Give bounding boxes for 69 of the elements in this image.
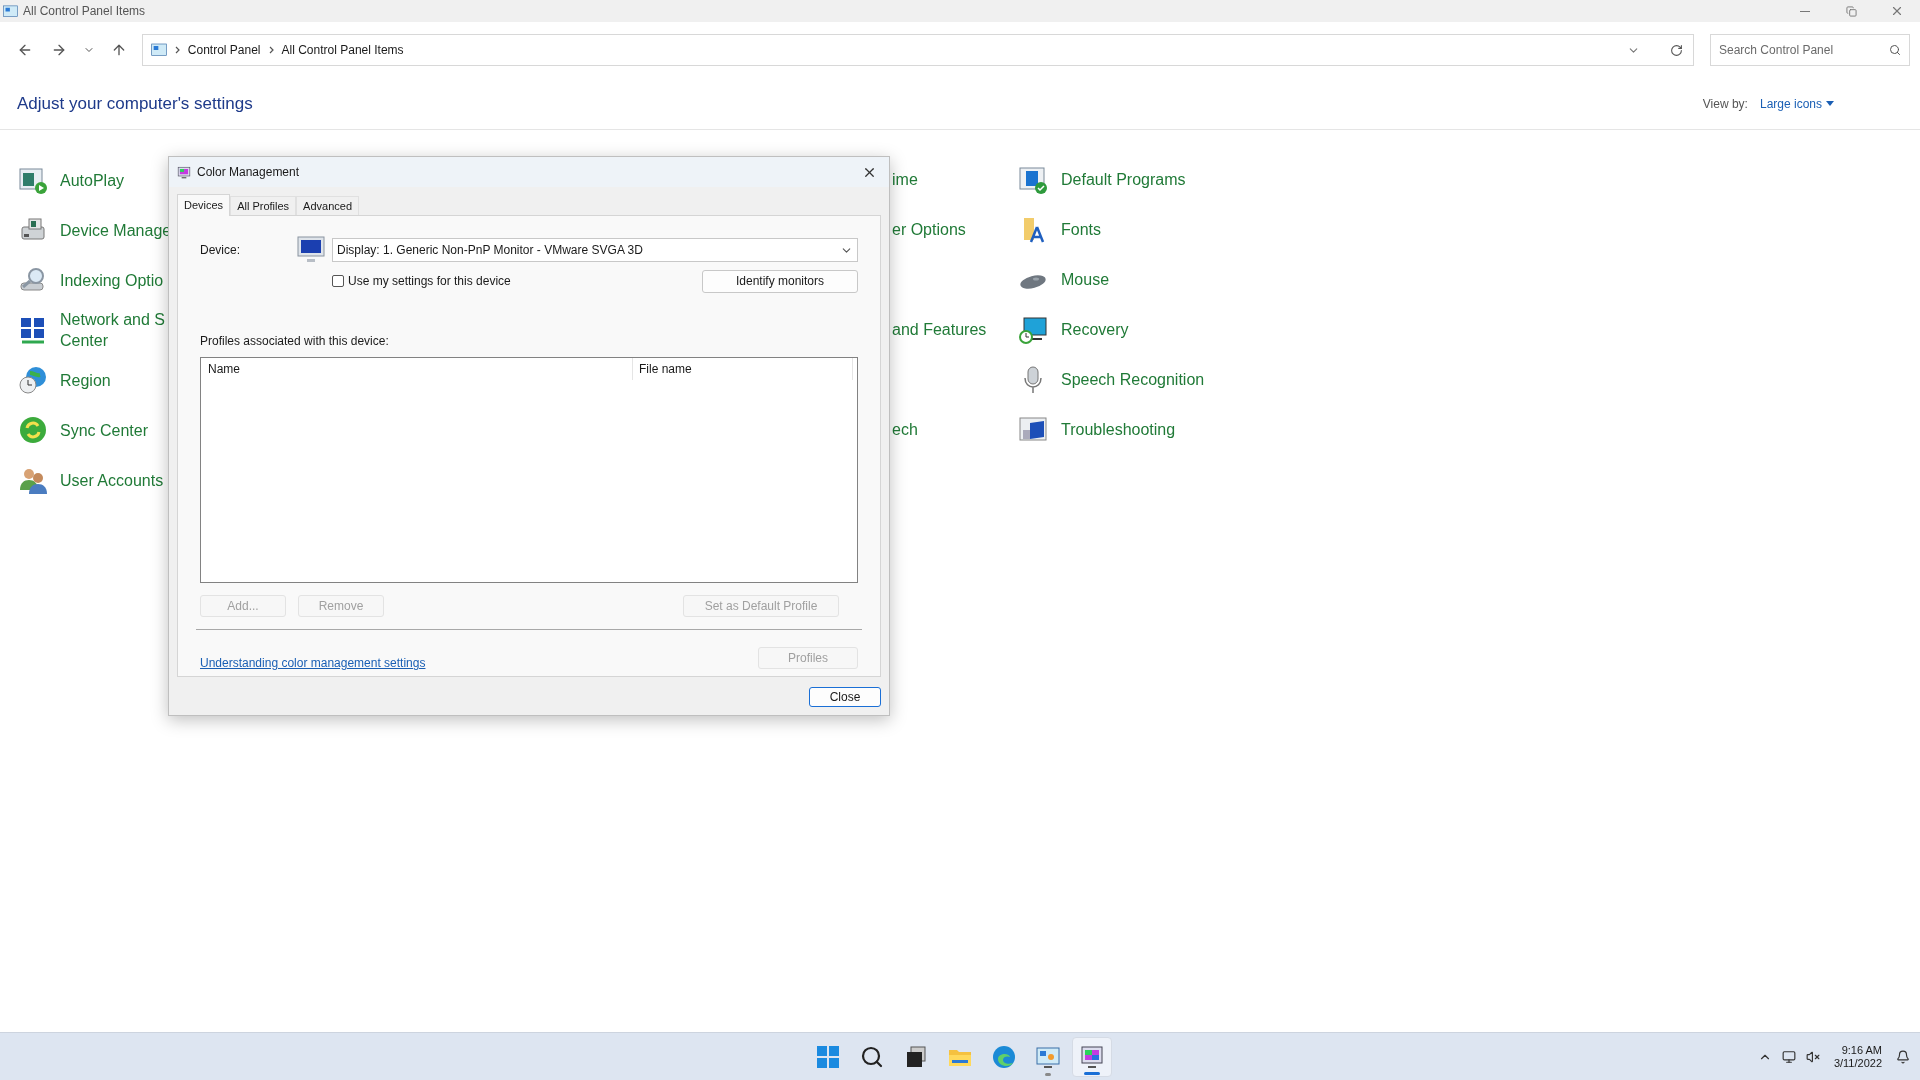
- search-icon: [860, 1044, 884, 1069]
- control-panel-link[interactable]: Speech Recognition: [1061, 368, 1205, 392]
- window-check-icon: [1018, 165, 1048, 195]
- column-header: Name: [201, 358, 633, 380]
- tab[interactable]: Advanced: [296, 196, 360, 215]
- view-by-label: View by:: [1702, 95, 1748, 113]
- checkbox[interactable]: [332, 275, 344, 287]
- section-label: Profiles associated with this device:: [200, 333, 390, 350]
- refresh-icon[interactable]: [1670, 43, 1683, 57]
- windows-start-icon: [816, 1044, 840, 1069]
- restore-icon: [1845, 5, 1857, 17]
- caret-icon: [1826, 101, 1834, 106]
- browser-swirl-icon: [992, 1044, 1016, 1069]
- chevron-right-icon: [174, 46, 180, 54]
- control-panel-link[interactable]: er Options: [892, 218, 966, 242]
- device-dropdown[interactable]: Display: 1. Generic Non-PnP Monitor - VMware SVGA 3D: [332, 238, 858, 262]
- minimize-icon: [1800, 10, 1810, 12]
- control-panel-link[interactable]: Device Manage: [60, 219, 172, 241]
- monitor-clock-icon: [1018, 315, 1048, 345]
- page-heading: Adjust your computer's settings: [17, 92, 253, 115]
- running-indicator: [1045, 1072, 1051, 1076]
- close-icon: [1890, 4, 1904, 18]
- running-indicator: [1084, 1071, 1100, 1075]
- control-panel-link[interactable]: Recovery: [1061, 318, 1129, 342]
- view-by-dropdown[interactable]: Large icons: [1759, 94, 1834, 113]
- control-panel-link[interactable]: Mouse: [1061, 268, 1110, 292]
- display-icon[interactable]: [1781, 1049, 1796, 1064]
- control-panel-link[interactable]: Network and S Center: [60, 309, 165, 351]
- color-monitor-icon: [1080, 1044, 1104, 1069]
- window-title: All Control Panel Items: [23, 3, 146, 20]
- dialog-title: Color Management: [197, 164, 300, 181]
- control-panel-icon: [150, 43, 167, 57]
- control-panel-link[interactable]: Region: [60, 369, 111, 391]
- clock-time[interactable]: 9:16 AM: [1841, 1043, 1882, 1057]
- notification-icon[interactable]: [1896, 1049, 1910, 1064]
- muted-speaker-icon[interactable]: [1805, 1049, 1820, 1064]
- color-monitor-icon: [177, 165, 191, 179]
- tab[interactable]: All Profiles: [230, 196, 297, 215]
- control-panel-link[interactable]: AutoPlay: [60, 169, 125, 191]
- breadcrumb[interactable]: Control Panel: [187, 41, 261, 59]
- control-panel-link[interactable]: Sync Center: [60, 419, 149, 441]
- search-icon: [1889, 44, 1901, 56]
- control-panel-link[interactable]: Troubleshooting: [1061, 418, 1176, 442]
- control-panel-link[interactable]: Indexing Optio: [60, 269, 164, 291]
- tab[interactable]: Devices: [177, 194, 231, 216]
- control-panel-link[interactable]: ime: [892, 168, 918, 192]
- address-bar[interactable]: Control Panel All Control Panel Items: [141, 34, 1694, 66]
- sync-arrows-icon: [18, 415, 48, 445]
- column-header: File name: [633, 358, 853, 380]
- device-label: Device:: [200, 242, 241, 259]
- monitor-icon: [296, 236, 326, 264]
- control-panel-link[interactable]: User Accounts: [60, 469, 164, 491]
- globe-clock-icon: [18, 365, 48, 395]
- control-panel-link[interactable]: Fonts: [1061, 218, 1101, 242]
- identify-monitors-button[interactable]: Identify monitors: [702, 269, 858, 293]
- control-panel-icon: [1036, 1044, 1060, 1069]
- control-panel-icon: [3, 4, 18, 18]
- search-field[interactable]: Search Control Panel: [1710, 34, 1910, 66]
- control-panel-link[interactable]: ech: [892, 418, 918, 442]
- chevron-right-icon: [268, 46, 274, 54]
- checkbox-label: Use my settings for this device: [348, 273, 511, 290]
- clock-date[interactable]: 3/11/2022: [1833, 1056, 1882, 1070]
- task-view-icon: [904, 1044, 928, 1069]
- close-dialog-button[interactable]: Close: [809, 687, 881, 707]
- breadcrumb[interactable]: All Control Panel Items: [281, 41, 404, 59]
- help-link[interactable]: Understanding color management settings: [200, 654, 426, 672]
- window-play-icon: [18, 165, 48, 195]
- control-panel-link[interactable]: and Features: [892, 318, 987, 342]
- control-panel-link[interactable]: Default Programs: [1061, 168, 1186, 192]
